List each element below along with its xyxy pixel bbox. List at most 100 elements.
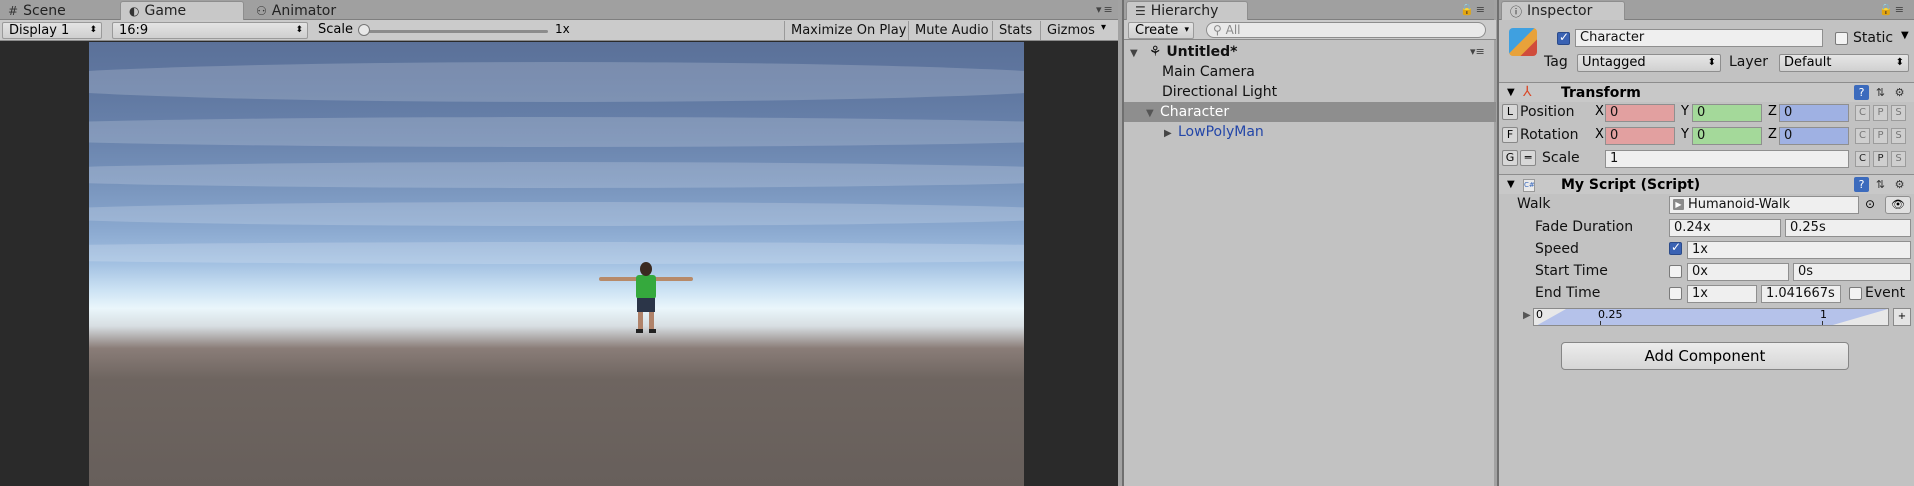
paste-button[interactable]: P (1873, 105, 1888, 121)
start-time-checkbox[interactable] (1669, 265, 1682, 278)
scale-slider-track[interactable] (364, 30, 548, 33)
reset-button[interactable]: S (1891, 105, 1906, 121)
static-checkbox[interactable] (1835, 32, 1848, 45)
end-time-checkbox[interactable] (1669, 287, 1682, 300)
help-icon[interactable]: ? (1854, 177, 1869, 192)
transition-timeline[interactable]: 0 0.25 1 (1533, 308, 1889, 326)
collapse-triangle-icon[interactable]: ▼ (1507, 83, 1515, 103)
object-picker-icon[interactable]: ⊙ (1865, 197, 1875, 211)
expand-triangle-icon[interactable]: ▼ (1130, 44, 1144, 64)
gear-icon[interactable]: ⚙ (1892, 177, 1907, 192)
start-time-x-field[interactable]: 0x (1687, 263, 1789, 281)
animator-icon: ⚇ (256, 3, 267, 18)
hierarchy-toolbar: Create ▾ ⚲ All (1124, 20, 1496, 40)
speed-checkbox[interactable] (1669, 240, 1682, 255)
copy-button[interactable]: C (1855, 105, 1870, 121)
end-time-x-field[interactable]: 1x (1687, 285, 1757, 303)
search-icon: ⚲ (1213, 23, 1222, 37)
help-icon[interactable]: ? (1854, 85, 1869, 100)
add-event-icon[interactable]: + (1893, 308, 1911, 326)
paste-button[interactable]: P (1873, 128, 1888, 144)
maximize-on-play-button[interactable]: Maximize On Play (784, 21, 912, 40)
collapse-triangle-icon[interactable]: ▼ (1507, 175, 1515, 195)
reset-button[interactable]: S (1891, 151, 1906, 167)
script-file-icon: C# (1523, 179, 1535, 192)
game-viewport[interactable] (0, 42, 1118, 486)
reset-button[interactable]: S (1891, 128, 1906, 144)
scale-slider-thumb[interactable] (358, 24, 370, 36)
eye-icon[interactable]: 👁 (1885, 196, 1911, 214)
transform-lock-button[interactable]: L (1502, 104, 1518, 120)
speed-label: Speed (1535, 241, 1579, 257)
rotation-y-field[interactable]: 0 (1692, 127, 1762, 145)
expand-triangle-icon[interactable]: ▼ (1146, 104, 1160, 124)
event-checkbox[interactable] (1849, 287, 1862, 300)
transform-lock-button[interactable]: G (1502, 150, 1518, 166)
start-time-s-field[interactable]: 0s (1793, 263, 1911, 281)
chevron-down-icon: ⬍ (295, 25, 303, 35)
stats-button[interactable]: Stats (992, 21, 1038, 40)
expand-triangle-icon[interactable]: ▶ (1523, 310, 1531, 321)
fade-duration-s-field[interactable]: 0.25s (1785, 219, 1911, 237)
chevron-down-icon[interactable]: ▼ (1901, 30, 1909, 41)
add-component-button[interactable]: Add Component (1561, 342, 1849, 370)
speed-field[interactable]: 1x (1687, 241, 1911, 259)
character-model[interactable] (597, 262, 697, 352)
tag-dropdown[interactable]: Untagged ⬍ (1577, 54, 1721, 72)
mute-audio-button[interactable]: Mute Audio (908, 21, 995, 40)
preset-icon[interactable]: ⇅ (1873, 177, 1888, 192)
hierarchy-item-character[interactable]: ▼ Character (1124, 102, 1496, 122)
preset-icon[interactable]: ⇅ (1873, 85, 1888, 100)
transform-lock-button[interactable]: F (1502, 127, 1518, 143)
end-time-label: End Time (1535, 285, 1601, 301)
tab-animator[interactable]: ⚇ Animator (248, 1, 344, 20)
position-z-field[interactable]: 0 (1779, 104, 1849, 122)
rotation-x-field[interactable]: 0 (1605, 127, 1675, 145)
hierarchy-item-lowpolyman[interactable]: ▶ LowPolyMan (1124, 122, 1496, 142)
lock-icon[interactable]: 🔒≡ (1460, 3, 1487, 16)
layer-dropdown[interactable]: Default ⬍ (1779, 54, 1909, 72)
rotation-label: Rotation (1520, 127, 1579, 143)
grid-icon: # (8, 3, 19, 18)
scene-root-row[interactable]: ▼ ⚘ Untitled* ▾≡ (1124, 42, 1496, 62)
tab-hierarchy[interactable]: ☰ Hierarchy (1126, 1, 1248, 20)
active-checkbox[interactable] (1557, 30, 1570, 45)
panel-menu-icon[interactable]: ▾≡ (1096, 3, 1115, 16)
hierarchy-search-input[interactable]: ⚲ All (1206, 22, 1486, 38)
position-x-field[interactable]: 0 (1605, 104, 1675, 122)
aspect-dropdown[interactable]: 16:9 ⬍ (112, 22, 308, 39)
copy-button[interactable]: C (1855, 128, 1870, 144)
gear-icon[interactable]: ⚙ (1892, 85, 1907, 100)
position-y-field[interactable]: 0 (1692, 104, 1762, 122)
object-name-field[interactable]: Character (1575, 29, 1823, 47)
expand-triangle-icon[interactable]: ▶ (1164, 124, 1178, 144)
scale-link-icon[interactable]: ═ (1520, 150, 1536, 166)
fade-duration-x-field[interactable]: 0.24x (1669, 219, 1781, 237)
tag-label: Tag (1544, 54, 1568, 70)
scale-field[interactable]: 1 (1605, 150, 1849, 168)
lock-icon[interactable]: 🔒≡ (1879, 3, 1906, 16)
axis-y-label: Y (1681, 104, 1689, 119)
tab-scene[interactable]: # Scene (0, 1, 74, 20)
transform-header[interactable]: ▼ ⅄ Transform ? ⇅ ⚙ (1499, 82, 1914, 102)
copy-button[interactable]: C (1855, 151, 1870, 167)
create-dropdown[interactable]: Create ▾ (1128, 22, 1194, 39)
rotation-z-field[interactable]: 0 (1779, 127, 1849, 145)
hierarchy-item-main-camera[interactable]: Main Camera (1124, 62, 1496, 82)
scene-menu-icon[interactable]: ▾≡ (1470, 42, 1485, 62)
paste-button[interactable]: P (1873, 151, 1888, 167)
unity-scene-icon: ⚘ (1148, 44, 1162, 60)
tab-game[interactable]: ◐ Game (120, 1, 244, 20)
fade-out-ramp (1826, 309, 1888, 325)
walk-object-field[interactable]: ▶ Humanoid-Walk (1669, 196, 1859, 214)
display-dropdown[interactable]: Display 1 ⬍ (2, 22, 102, 39)
gizmos-dropdown[interactable]: Gizmos (1040, 21, 1104, 40)
game-tabstrip: # Scene ◐ Game ⚇ Animator ▾≡ (0, 0, 1118, 20)
tab-inspector[interactable]: ⓘ Inspector (1501, 1, 1625, 20)
hierarchy-item-directional-light[interactable]: Directional Light (1124, 82, 1496, 102)
cloud-band (89, 162, 1024, 188)
start-time-label: Start Time (1535, 263, 1608, 279)
my-script-header[interactable]: ▼ C# My Script (Script) ? ⇅ ⚙ (1499, 174, 1914, 194)
end-time-s-field[interactable]: 1.041667s (1761, 285, 1841, 303)
cloud-band (89, 242, 1024, 264)
